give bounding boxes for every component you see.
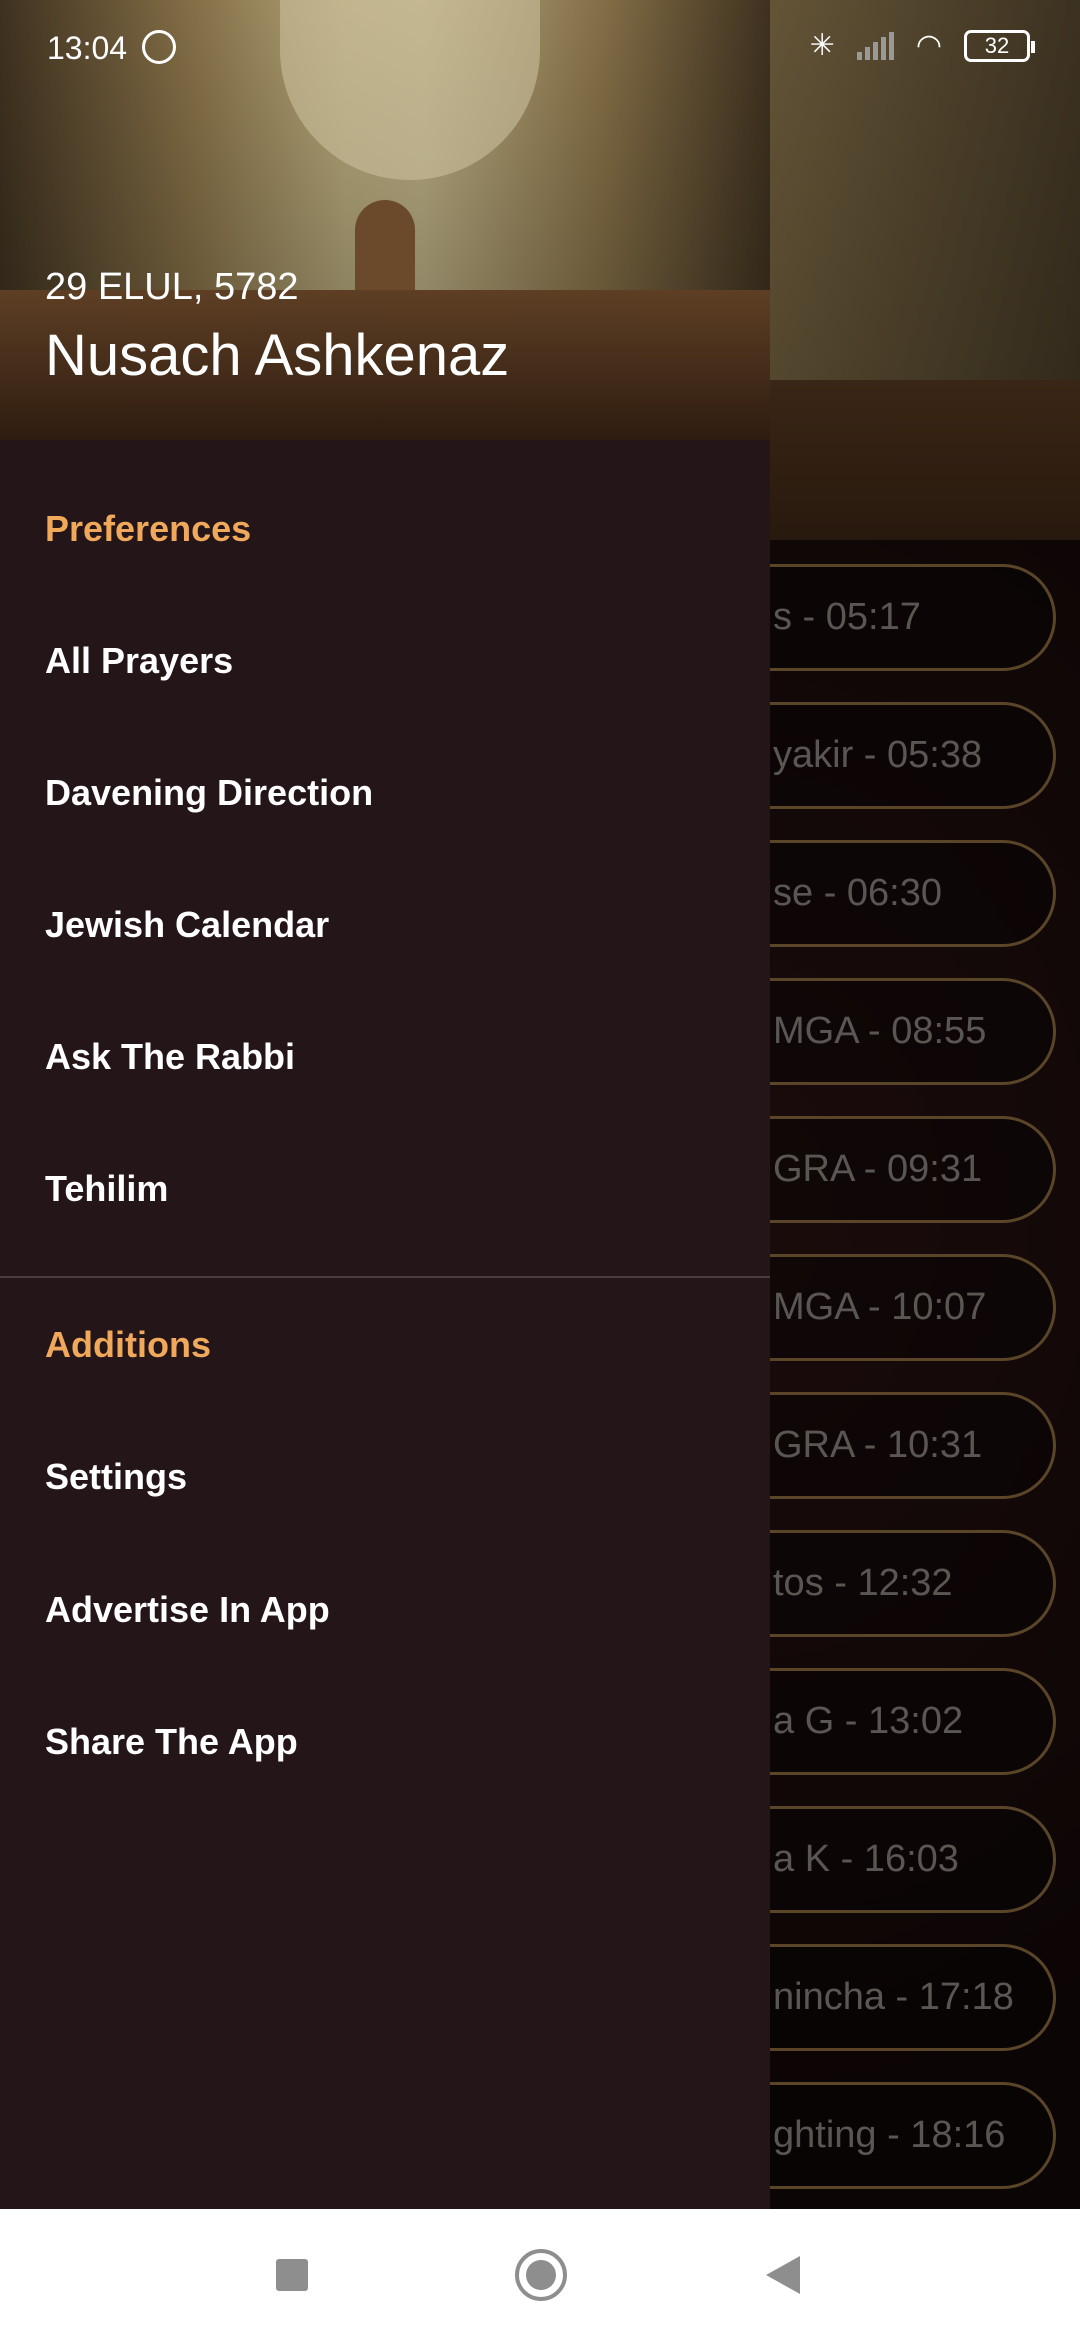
app-screen: s - 05:17 yakir - 05:38 se - 06:30 MGA - 08… bbox=[0, 0, 1080, 2340]
hebrew-date: 29 ELUL, 5782 bbox=[45, 266, 299, 308]
menu-item-all-prayers[interactable]: All Prayers bbox=[0, 606, 770, 716]
wifi-icon: ◠ bbox=[915, 29, 942, 62]
menu-item-ask-the-rabbi[interactable]: Ask The Rabbi bbox=[0, 1002, 770, 1112]
battery-icon: 32 bbox=[964, 29, 1035, 62]
status-bar: 13:04 ✳ ◠ 32 bbox=[0, 0, 1080, 100]
home-button[interactable] bbox=[515, 2249, 567, 2301]
status-time: 13:04 bbox=[47, 30, 128, 66]
recents-button[interactable] bbox=[276, 2259, 308, 2291]
alarm-icon bbox=[142, 30, 176, 64]
menu-item-advertise[interactable]: Advertise In App bbox=[0, 1555, 770, 1665]
back-button[interactable] bbox=[766, 2256, 800, 2294]
section-preferences: Preferences bbox=[45, 508, 252, 549]
navigation-drawer: 29 ELUL, 5782 Nusach Ashkenaz Preference… bbox=[0, 0, 770, 2209]
nusach-title: Nusach Ashkenaz bbox=[45, 323, 510, 388]
menu-item-tehilim[interactable]: Tehilim bbox=[0, 1134, 770, 1244]
menu-item-jewish-calendar[interactable]: Jewish Calendar bbox=[0, 870, 770, 980]
system-nav-bar bbox=[0, 2209, 1080, 2340]
section-divider bbox=[0, 1276, 770, 1278]
menu-item-share[interactable]: Share The App bbox=[0, 1687, 770, 1797]
section-additions: Additions bbox=[45, 1324, 211, 1365]
menu-item-settings[interactable]: Settings bbox=[0, 1422, 770, 1532]
signal-icon bbox=[856, 31, 894, 60]
menu-item-davening-direction[interactable]: Davening Direction bbox=[0, 738, 770, 848]
bluetooth-icon: ✳ bbox=[809, 29, 835, 62]
